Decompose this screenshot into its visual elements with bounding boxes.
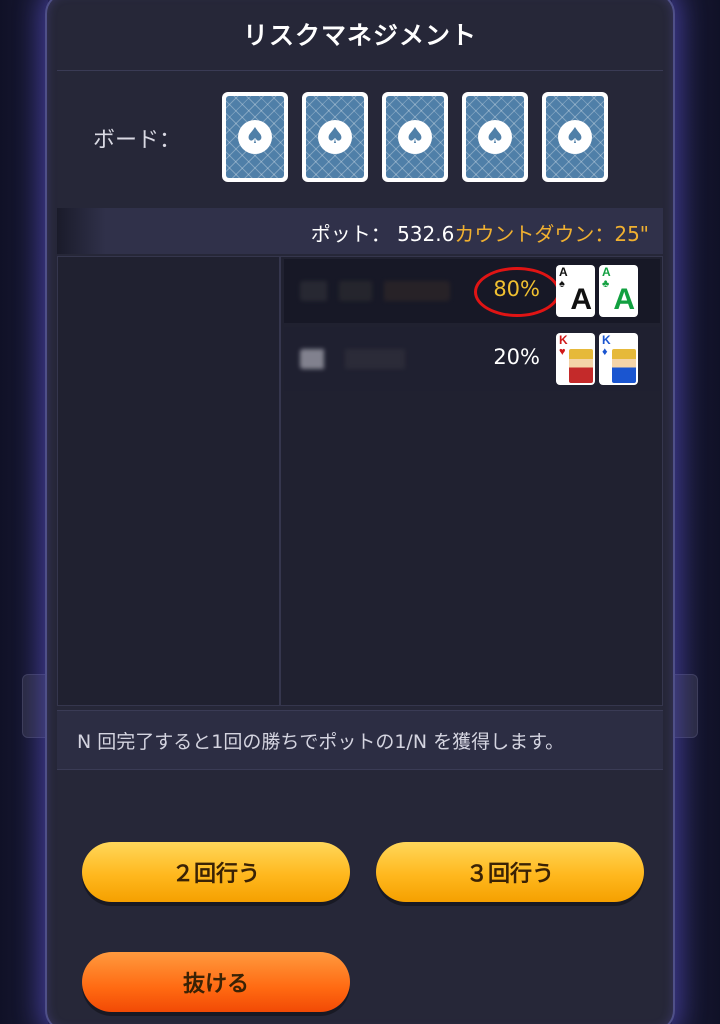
run-it-note-text: N 回完了すると1回の勝ちでポットの1/N を獲得します。 [77, 731, 565, 753]
king-face-icon [569, 349, 593, 383]
pot-label: ポット： [310, 222, 391, 246]
player-equity: 20% [493, 345, 540, 369]
playing-card-king-diamonds: K ♦ [599, 333, 638, 385]
player-row: 80% A ♠ A A ♣ A [284, 259, 660, 323]
diamond-icon: ♦ [602, 346, 608, 358]
title-divider [57, 70, 663, 71]
pot-value: 532.6 [397, 222, 455, 246]
club-icon: ♣ [602, 278, 610, 290]
heart-icon: ♥ [559, 346, 566, 358]
players-area: 80% A ♠ A A ♣ A 20% K ♥ K ♦ [57, 256, 663, 706]
countdown-value: 25" [614, 222, 649, 246]
board-cards: ♠ ♠ ♠ ♠ ♠ [222, 92, 608, 182]
board-card-back: ♠ [382, 92, 448, 182]
spade-emblem-icon: ♠ [398, 120, 432, 154]
player-name-redacted [300, 281, 450, 301]
spade-emblem-icon: ♠ [478, 120, 512, 154]
pot-info-bar: ポット： 532.6カウントダウン：25" [57, 208, 663, 254]
column-divider [279, 257, 281, 705]
hole-cards: K ♥ K ♦ [556, 333, 638, 385]
player-row: 20% K ♥ K ♦ [284, 327, 660, 391]
spade-emblem-icon: ♠ [558, 120, 592, 154]
board-card-back: ♠ [222, 92, 288, 182]
playing-card-ace-clubs: A ♣ A [599, 265, 638, 317]
playing-card-king-hearts: K ♥ [556, 333, 595, 385]
countdown-label: カウントダウン： [454, 222, 615, 246]
board-card-back: ♠ [542, 92, 608, 182]
player-name-redacted [300, 349, 450, 369]
dialog-title: リスクマネジメント [242, 21, 477, 50]
run-three-times-button[interactable]: ３回行う [376, 842, 644, 902]
run-it-note: N 回完了すると1回の勝ちでポットの1/N を獲得します。 [57, 710, 663, 770]
playing-card-ace-spades: A ♠ A [556, 265, 595, 317]
run-twice-button[interactable]: ２回行う [82, 842, 350, 902]
hole-cards: A ♠ A A ♣ A [556, 265, 638, 317]
spade-emblem-icon: ♠ [238, 120, 272, 154]
spade-emblem-icon: ♠ [318, 120, 352, 154]
board-card-back: ♠ [302, 92, 368, 182]
risk-management-dialog: リスクマネジメント ボード： ♠ ♠ ♠ ♠ ♠ ポット： 532.6カウントダ… [45, 0, 675, 1024]
spade-icon: ♠ [559, 278, 565, 290]
background-left [0, 0, 48, 1024]
king-face-icon [612, 349, 636, 383]
background-right [672, 0, 720, 1024]
board-label: ボード： [93, 128, 182, 153]
player-equity: 80% [493, 277, 540, 301]
exit-button[interactable]: 抜ける [82, 952, 350, 1012]
board-card-back: ♠ [462, 92, 528, 182]
